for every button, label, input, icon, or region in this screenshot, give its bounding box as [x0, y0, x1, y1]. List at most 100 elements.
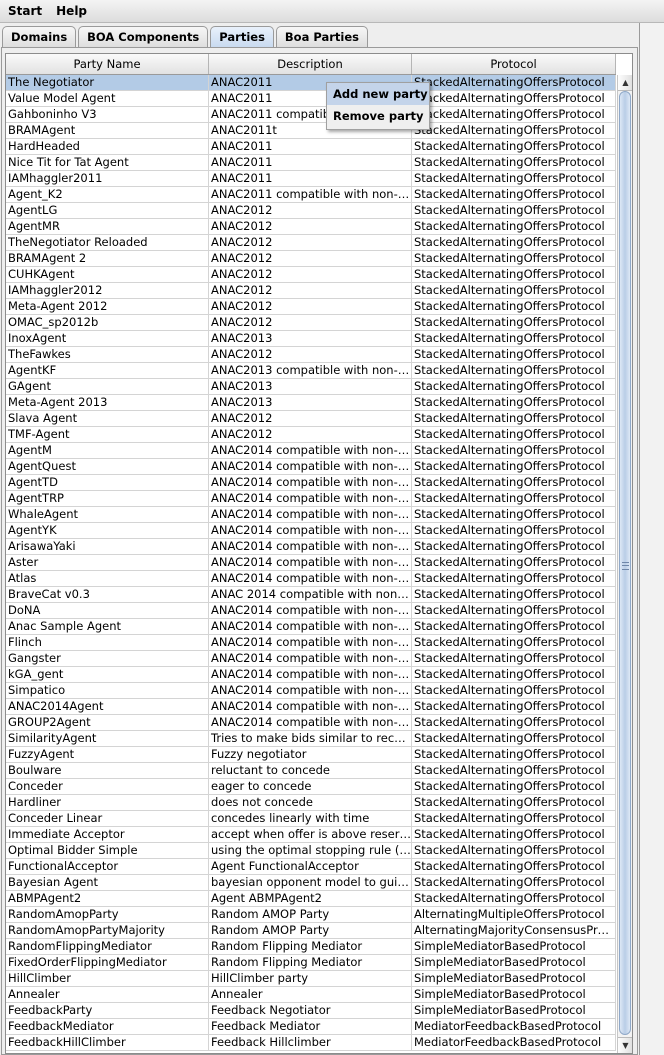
description-cell: ANAC2014 compatible with non-lin... [211, 459, 412, 474]
table-row[interactable]: FeedbackHillClimber Feedback Hillclimber M… [6, 1035, 616, 1051]
scroll-up-icon[interactable]: ▲ [618, 75, 632, 91]
table-row[interactable]: HillClimber HillClimber party SimpleMediat… [6, 971, 616, 987]
table-row[interactable]: AgentYK ANAC2014 compatible with non-lin.… [6, 523, 616, 539]
table-row[interactable]: Value Model Agent ANAC2011 StackedAlternat… [6, 91, 616, 107]
table-row[interactable]: Meta-Agent 2013 ANAC2013 StackedAlternatin… [6, 395, 616, 411]
table-row[interactable]: Conceder Linear concedes linearly with ti… [6, 811, 616, 827]
table-row[interactable]: InoxAgent ANAC2013 StackedAlternatingOffer… [6, 331, 616, 347]
table-row[interactable]: AgentLG ANAC2012 StackedAlternatingOffersP… [6, 203, 616, 219]
menu-start[interactable]: Start [2, 1, 48, 21]
column-header-protocol[interactable]: Protocol [412, 54, 616, 74]
table-row[interactable]: FeedbackParty Feedback Negotiator SimpleMe… [6, 1003, 616, 1019]
description-cell: bayesian opponent model to guide... [211, 875, 412, 890]
table-row[interactable]: RandomAmopParty Random AMOP Party Alternat… [6, 907, 616, 923]
description-cell: ANAC2011 [209, 139, 412, 154]
table-row[interactable]: RandomFlippingMediator Random Flipping Me… [6, 939, 616, 955]
table-row[interactable]: Hardliner does not concede StackedAlternat… [6, 795, 616, 811]
table-row[interactable]: GROUP2Agent ANAC2014 compatible with non-… [6, 715, 616, 731]
tab-boa-components[interactable]: BOA Components [78, 26, 209, 47]
table-row[interactable]: FunctionalAcceptor Agent FunctionalAccept… [6, 859, 616, 875]
table-row[interactable]: Boulware reluctant to concede StackedAlter… [6, 763, 616, 779]
party-name-cell: Atlas [6, 571, 209, 586]
protocol-cell: StackedAlternatingOffersProtocol [412, 379, 616, 394]
party-name-cell: Annealer [6, 987, 209, 1002]
table-row[interactable]: Meta-Agent 2012 ANAC2012 StackedAlternatin… [6, 299, 616, 315]
vertical-scrollbar[interactable]: ▲ ▼ [617, 75, 632, 1053]
table-row[interactable]: Annealer Annealer SimpleMediatorBasedProto… [6, 987, 616, 1003]
table-row[interactable]: AgentQuest ANAC2014 compatible with non-l… [6, 459, 616, 475]
description-cell: eager to concede [209, 779, 412, 794]
table-row[interactable]: TMF-Agent ANAC2012 StackedAlternatingOffer… [6, 427, 616, 443]
table-row[interactable]: AgentM ANAC2014 compatible with non-lin..… [6, 443, 616, 459]
table-row[interactable]: FuzzyAgent Fuzzy negotiator StackedAlterna… [6, 747, 616, 763]
table-row[interactable]: AgentTD ANAC2014 compatible with non-lin.… [6, 475, 616, 491]
table-row[interactable]: AgentKF ANAC2013 compatible with non-lin.… [6, 363, 616, 379]
protocol-cell: StackedAlternatingOffersProtocol [412, 91, 616, 106]
table-row[interactable]: Immediate Acceptor accept when offer is a… [6, 827, 616, 843]
table-row[interactable]: BRAMAgent ANAC2011t StackedAlternatingOffe… [6, 123, 616, 139]
protocol-cell: AlternatingMajorityConsensusProt... [414, 923, 616, 938]
protocol-cell: StackedAlternatingOffersProtocol [412, 539, 616, 554]
table-row[interactable]: Conceder eager to concede StackedAlternati… [6, 779, 616, 795]
table-row[interactable]: BRAMAgent 2 ANAC2012 StackedAlternatingOff… [6, 251, 616, 267]
table-row[interactable]: ABMPAgent2 Agent ABMPAgent2 StackedAlterna… [6, 891, 616, 907]
column-header-party-name[interactable]: Party Name [6, 54, 209, 74]
table-row[interactable]: Atlas ANAC2014 compatible with non-lin...… [6, 571, 616, 587]
description-cell: ANAC2012 [209, 267, 412, 282]
table-row[interactable]: FeedbackMediator Feedback Mediator Mediato… [6, 1019, 616, 1035]
table-row[interactable]: DoNA ANAC2014 compatible with non-lin... S… [6, 603, 616, 619]
tab-parties[interactable]: Parties [210, 26, 274, 48]
table-row[interactable]: WhaleAgent ANAC2014 compatible with non-l… [6, 507, 616, 523]
table-row[interactable]: Agent_K2 ANAC2011 compatible with non-lin… [6, 187, 616, 203]
menu-help[interactable]: Help [50, 1, 93, 21]
protocol-cell: StackedAlternatingOffersProtocol [412, 779, 616, 794]
table-row[interactable]: TheNegotiator Reloaded ANAC2012 StackedAlt… [6, 235, 616, 251]
party-name-cell: Conceder [6, 779, 209, 794]
scroll-down-icon[interactable]: ▼ [618, 1037, 632, 1053]
table-row[interactable]: Simpatico ANAC2014 compatible with non-li… [6, 683, 616, 699]
table-row[interactable]: AgentMR ANAC2012 StackedAlternatingOffersP… [6, 219, 616, 235]
table-row[interactable]: FixedOrderFlippingMediator Random Flippin… [6, 955, 616, 971]
table-row[interactable]: Anac Sample Agent ANAC2014 compatible wit… [6, 619, 616, 635]
table-row[interactable]: ArisawaYaki ANAC2014 compatible with non-… [6, 539, 616, 555]
table-row[interactable]: CUHKAgent ANAC2012 StackedAlternatingOffer… [6, 267, 616, 283]
table-row[interactable]: IAMhaggler2012 ANAC2012 StackedAlternating… [6, 283, 616, 299]
table-row[interactable]: Bayesian Agent bayesian opponent model to… [6, 875, 616, 891]
table-row[interactable]: Gangster ANAC2014 compatible with non-lin… [6, 651, 616, 667]
table-row[interactable]: The Negotiator ANAC2011 StackedAlternating… [6, 75, 616, 91]
table-row[interactable]: HardHeaded ANAC2011 StackedAlternatingOffe… [6, 139, 616, 155]
remove-party-menu-item[interactable]: Remove party [327, 105, 429, 127]
description-cell: ANAC2014 compatible with non-lin... [211, 443, 412, 458]
party-name-cell: ANAC2014Agent [6, 699, 209, 714]
table-row[interactable]: kGA_gent ANAC2014 compatible with non-lin… [6, 667, 616, 683]
column-header-description[interactable]: Description [209, 54, 412, 74]
tab-domains[interactable]: Domains [2, 26, 77, 47]
table-row[interactable]: Optimal Bidder Simple using the optimal s… [6, 843, 616, 859]
table-row[interactable]: Slava Agent ANAC2012 StackedAlternatingOff… [6, 411, 616, 427]
party-name-cell: SimilarityAgent [6, 731, 209, 746]
table-row[interactable]: ANAC2014Agent ANAC2014 compatible with no… [6, 699, 616, 715]
table-row[interactable]: Gahboninho V3 ANAC2011 compatible StackedA… [6, 107, 616, 123]
table-row[interactable]: Nice Tit for Tat Agent ANAC2011 StackedAlt… [6, 155, 616, 171]
tab-boa-parties[interactable]: Boa Parties [275, 26, 368, 47]
add-new-party-menu-item[interactable]: Add new party [327, 83, 429, 105]
table-row[interactable]: Aster ANAC2014 compatible with non-lin...… [6, 555, 616, 571]
party-name-cell: Gangster [6, 651, 209, 666]
scrollbar-thumb[interactable] [619, 91, 631, 1035]
table-row[interactable]: SimilarityAgent Tries to make bids simila… [6, 731, 616, 747]
protocol-cell: StackedAlternatingOffersProtocol [412, 139, 616, 154]
party-name-cell: Aster [6, 555, 209, 570]
party-name-cell: FeedbackParty [6, 1003, 209, 1018]
description-cell: ANAC2014 compatible with non-lin... [211, 491, 412, 506]
table-row[interactable]: GAgent ANAC2013 StackedAlternatingOffersPr… [6, 379, 616, 395]
table-row[interactable]: Flinch ANAC2014 compatible with non-lin..… [6, 635, 616, 651]
table-row[interactable]: RandomAmopPartyMajority Random AMOP Party… [6, 923, 616, 939]
protocol-cell: StackedAlternatingOffersProtocol [412, 331, 616, 346]
table-row[interactable]: IAMhaggler2011 ANAC2011 StackedAlternating… [6, 171, 616, 187]
table-row[interactable]: OMAC_sp2012b ANAC2012 StackedAlternatingOf… [6, 315, 616, 331]
table-row[interactable]: TheFawkes ANAC2012 StackedAlternatingOffer… [6, 347, 616, 363]
table-row[interactable]: BraveCat v0.3 ANAC 2014 compatible with n… [6, 587, 616, 603]
party-name-cell: RandomFlippingMediator [6, 939, 209, 954]
party-name-cell: AgentYK [6, 523, 209, 538]
table-row[interactable]: AgentTRP ANAC2014 compatible with non-lin… [6, 491, 616, 507]
